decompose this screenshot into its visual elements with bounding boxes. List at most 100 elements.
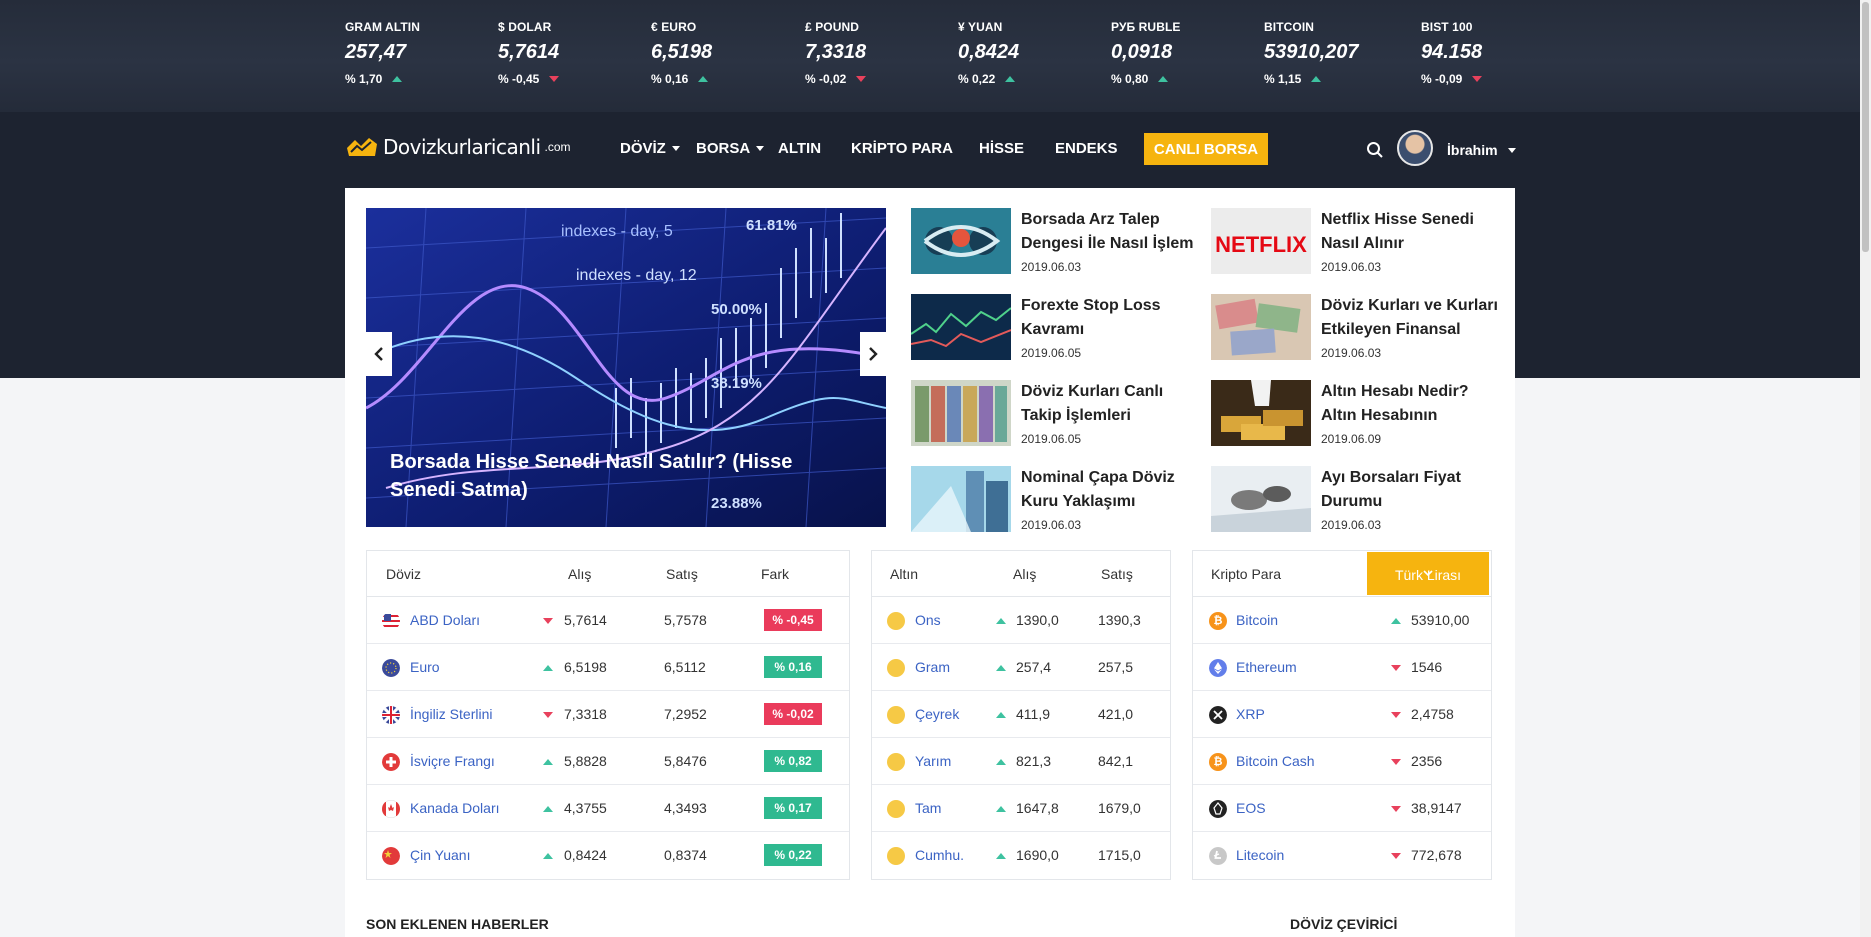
- currency-name[interactable]: İngiliz Sterlini: [410, 706, 492, 722]
- news-title[interactable]: Döviz Kurları ve Kurları Etkileyen Finan…: [1321, 294, 1501, 342]
- site-logo[interactable]: Dovizkurlaricanli .com: [345, 134, 571, 160]
- nav-item-altin[interactable]: ALTIN: [778, 140, 821, 157]
- table-row[interactable]: Gram 257,4 257,5: [872, 644, 1170, 691]
- gold-name[interactable]: Ons: [915, 612, 941, 628]
- table-row[interactable]: ₿ Bitcoin Cash 2356: [1193, 738, 1491, 785]
- ticker-change: % 1,70: [345, 72, 383, 86]
- featured-title[interactable]: Borsada Hisse Senedi Nasıl Satılır? (His…: [390, 448, 830, 504]
- sell-value: 257,5: [1098, 659, 1134, 675]
- table-row[interactable]: Tam 1647,8 1679,0: [872, 785, 1170, 832]
- table-row[interactable]: Ons 1390,0 1390,3: [872, 597, 1170, 644]
- crypto-name[interactable]: Bitcoin Cash: [1236, 753, 1315, 769]
- column-header[interactable]: Alış: [568, 566, 591, 582]
- crypto-name[interactable]: XRP: [1236, 706, 1265, 722]
- slider-next-button[interactable]: [860, 332, 886, 376]
- gold-name[interactable]: Tam: [915, 800, 941, 816]
- nav-item-kripto-para[interactable]: KRİPTO PARA: [851, 140, 953, 157]
- news-title[interactable]: Netflix Hisse Senedi Nasıl Alınır: [1321, 208, 1501, 256]
- slider-prev-button[interactable]: [366, 332, 392, 376]
- crypto-name[interactable]: EOS: [1236, 800, 1266, 816]
- currency-name[interactable]: Euro: [410, 659, 440, 675]
- table-row[interactable]: XRP 2,4758: [1193, 691, 1491, 738]
- scrollbar-thumb[interactable]: [1862, 2, 1869, 252]
- column-header[interactable]: Satış: [666, 566, 698, 582]
- currency-name[interactable]: Çin Yuanı: [410, 847, 470, 863]
- nav-item-borsa[interactable]: BORSA: [696, 140, 765, 157]
- column-header[interactable]: Fark: [761, 566, 789, 582]
- table-row[interactable]: EOS 38,9147: [1193, 785, 1491, 832]
- column-header[interactable]: Altın: [890, 566, 918, 582]
- news-title[interactable]: Döviz Kurları Canlı Takip İşlemleri: [1021, 380, 1201, 428]
- avatar[interactable]: [1397, 130, 1433, 166]
- currency-select-button[interactable]: Türk Lirası: [1367, 552, 1489, 595]
- ticker-item[interactable]: BITCOIN 53910,207 % 1,15: [1264, 20, 1359, 86]
- crypto-name[interactable]: Bitcoin: [1236, 612, 1278, 628]
- table-row[interactable]: Cumhu. 1690,0 1715,0: [872, 832, 1170, 879]
- news-item[interactable]: Nominal Çapa Döviz Kuru Yaklaşımı 2019.0…: [911, 466, 1201, 538]
- ticker-item[interactable]: € EURO 6,5198 % 0,16: [651, 20, 712, 86]
- gold-coin-icon: [887, 800, 905, 818]
- ticker-value: 94.158: [1421, 41, 1483, 63]
- nav-item-doviz[interactable]: DÖVİZ: [620, 140, 680, 157]
- news-item[interactable]: Forexte Stop Loss Kavramı 2019.06.05: [911, 294, 1201, 366]
- table-row[interactable]: ₿ Bitcoin 53910,00: [1193, 597, 1491, 644]
- news-thumbnail: [1211, 380, 1311, 446]
- ticker-value: 6,5198: [651, 41, 713, 63]
- table-row[interactable]: Euro 6,5198 6,5112 % 0,16: [367, 644, 849, 691]
- news-title[interactable]: Borsada Arz Talep Dengesi İle Nasıl İşle…: [1021, 208, 1201, 256]
- featured-slider[interactable]: indexes - day, 5 61.81% indexes - day, 1…: [366, 208, 886, 527]
- table-row[interactable]: İsviçre Frangı 5,8828 5,8476 % 0,82: [367, 738, 849, 785]
- news-item[interactable]: Döviz Kurları ve Kurları Etkileyen Finan…: [1211, 294, 1501, 366]
- buy-value: 7,3318: [564, 706, 607, 722]
- nav-item-hisse[interactable]: HİSSE: [979, 140, 1024, 157]
- news-item[interactable]: Döviz Kurları Canlı Takip İşlemleri 2019…: [911, 380, 1201, 452]
- gold-name[interactable]: Gram: [915, 659, 950, 675]
- column-header[interactable]: Kripto Para: [1211, 566, 1281, 582]
- news-title[interactable]: Nominal Çapa Döviz Kuru Yaklaşımı: [1021, 466, 1201, 514]
- table-row[interactable]: Çeyrek 411,9 421,0: [872, 691, 1170, 738]
- gold-name[interactable]: Yarım: [915, 753, 951, 769]
- table-row[interactable]: Ethereum 1546: [1193, 644, 1491, 691]
- table-row[interactable]: İngiliz Sterlini 7,3318 7,2952 % -0,02: [367, 691, 849, 738]
- news-item[interactable]: Ayı Borsaları Fiyat Durumu 2019.06.03: [1211, 466, 1501, 538]
- news-title[interactable]: Forexte Stop Loss Kavramı: [1021, 294, 1201, 342]
- table-header: Altın Alış Satış: [872, 551, 1170, 597]
- column-header[interactable]: Satış: [1101, 566, 1133, 582]
- news-title[interactable]: Altın Hesabı Nedir? Altın Hesabının: [1321, 380, 1501, 428]
- nav-item-endeks[interactable]: ENDEKS: [1055, 140, 1118, 157]
- currency-name[interactable]: İsviçre Frangı: [410, 753, 495, 769]
- currency-name[interactable]: Kanada Doları: [410, 800, 500, 816]
- ticker-name: BITCOIN: [1264, 20, 1315, 34]
- table-row[interactable]: Litecoin 772,678: [1193, 832, 1491, 879]
- ticker-item[interactable]: £ POUND 7,3318 % -0,02: [805, 20, 867, 86]
- ticker-item[interactable]: РУБ RUBLE 0,0918 % 0,80: [1111, 20, 1181, 86]
- table-row[interactable]: Yarım 821,3 842,1: [872, 738, 1170, 785]
- column-header[interactable]: Döviz: [386, 566, 421, 582]
- ticker-name: РУБ RUBLE: [1111, 20, 1181, 34]
- gold-name[interactable]: Cumhu.: [915, 847, 964, 863]
- down-arrow-icon: [1391, 806, 1401, 812]
- ticker-item[interactable]: $ DOLAR 5,7614 % -0,45: [498, 20, 560, 86]
- ethereum-icon: [1209, 659, 1227, 677]
- ticker-item[interactable]: GRAM ALTIN 257,47 % 1,70: [345, 20, 420, 86]
- hero-chart-label: 50.00%: [711, 301, 762, 318]
- column-header[interactable]: Alış: [1013, 566, 1036, 582]
- table-row[interactable]: Çin Yuanı 0,8424 0,8374 % 0,22: [367, 832, 849, 879]
- bitcoin-icon: ₿: [1209, 612, 1227, 630]
- ticker-item[interactable]: ¥ YUAN 0,8424 % 0,22: [958, 20, 1019, 86]
- currency-name[interactable]: ABD Doları: [410, 612, 480, 628]
- user-menu[interactable]: İbrahim: [1447, 142, 1516, 158]
- news-title[interactable]: Ayı Borsaları Fiyat Durumu: [1321, 466, 1501, 514]
- search-icon[interactable]: [1366, 141, 1384, 159]
- ticker-item[interactable]: BIST 100 94.158 % -0,09: [1421, 20, 1483, 86]
- page-scrollbar[interactable]: [1860, 0, 1871, 937]
- gold-name[interactable]: Çeyrek: [915, 706, 959, 722]
- canli-borsa-button[interactable]: CANLI BORSA: [1144, 133, 1268, 165]
- table-row[interactable]: ABD Doları 5,7614 5,7578 % -0,45: [367, 597, 849, 644]
- table-row[interactable]: Kanada Doları 4,3755 4,3493 % 0,17: [367, 785, 849, 832]
- news-item[interactable]: Altın Hesabı Nedir? Altın Hesabının 2019…: [1211, 380, 1501, 452]
- crypto-name[interactable]: Ethereum: [1236, 659, 1297, 675]
- news-item[interactable]: Borsada Arz Talep Dengesi İle Nasıl İşle…: [911, 208, 1201, 280]
- news-item[interactable]: NETFLIX Netflix Hisse Senedi Nasıl Alını…: [1211, 208, 1501, 280]
- crypto-name[interactable]: Litecoin: [1236, 847, 1284, 863]
